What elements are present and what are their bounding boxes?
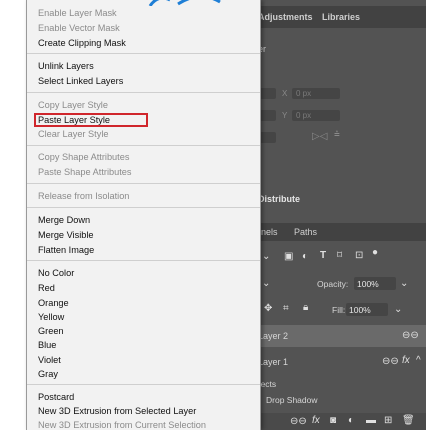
new-group-icon[interactable]: ▬	[366, 415, 376, 426]
image-filter-icon[interactable]: ▣	[284, 251, 293, 262]
filter-toggle-icon[interactable]: ●	[372, 247, 378, 258]
drop-shadow-row[interactable]: · Drop Shadow	[250, 393, 426, 407]
add-mask-icon[interactable]: ◙	[330, 415, 336, 426]
y-label: Y	[282, 111, 288, 120]
opacity-label: Opacity:	[317, 279, 349, 289]
menu-item-blue[interactable]: Blue	[38, 340, 56, 351]
menu-item-release-from-isolation[interactable]: Release from Isolation	[38, 191, 129, 202]
menu-item-flatten-image[interactable]: Flatten Image	[38, 245, 94, 256]
new-layer-icon[interactable]: ⊞	[384, 415, 392, 426]
type-filter-icon[interactable]: T	[320, 250, 326, 261]
y-value: 0 px	[296, 111, 312, 120]
trash-icon[interactable]: 🗑︎	[402, 415, 415, 426]
layer-context-menu: Enable Layer Mask Enable Vector Mask Cre…	[26, 0, 261, 430]
flip-horizontal-icon[interactable]: ▷◁	[312, 131, 327, 142]
effects-fx-icon[interactable]: fx	[402, 355, 410, 366]
lock-artboard-icon[interactable]: ⌗	[283, 303, 289, 314]
paste-layer-style-highlight-box	[34, 113, 148, 127]
tab-paths[interactable]: Paths	[294, 227, 317, 237]
menu-item-paste-shape-attributes[interactable]: Paste Shape Attributes	[38, 167, 131, 178]
menu-separator	[27, 183, 260, 184]
menu-item-new-3d-extrusion-selected-layer[interactable]: New 3D Extrusion from Selected Layer	[38, 406, 196, 417]
x-label: X	[282, 89, 288, 98]
menu-separator	[27, 384, 260, 385]
layer-row[interactable]: Layer 1 ⊖⊖ fx ^	[250, 351, 426, 373]
layers-panel: ⌄ ▣ ◐ T ⌑ ⊡ ● ⌄ Opacity: 100% ⌄ ✥ ⌗ 🔒︎ F…	[250, 241, 426, 430]
opacity-row: ⌄ Opacity: 100% ⌄	[250, 276, 426, 292]
layer-filter-row: ⌄ ▣ ◐ T ⌑ ⊡ ●	[250, 247, 426, 265]
menu-item-copy-shape-attributes[interactable]: Copy Shape Attributes	[38, 152, 129, 163]
fill-value: 100%	[349, 305, 371, 315]
chevron-up-icon[interactable]: ^	[416, 355, 421, 366]
menu-item-create-clipping-mask[interactable]: Create Clipping Mask	[38, 38, 126, 49]
menu-item-enable-layer-mask[interactable]: Enable Layer Mask	[38, 8, 117, 19]
layer-name: Layer 2	[258, 331, 289, 341]
layers-bottom-bar: ⊖⊖ fx ◙ ◐ ▬ ⊞ 🗑︎	[250, 413, 426, 430]
x-field[interactable]: 0 px	[292, 88, 340, 99]
fill-label: Fill:	[332, 305, 346, 315]
menu-item-green[interactable]: Green	[38, 326, 64, 337]
menu-item-red[interactable]: Red	[38, 283, 55, 294]
layer-name: Layer 1	[258, 357, 289, 367]
fill-chevron-icon[interactable]: ⌄	[394, 304, 402, 315]
panel-tab-bar: Adjustments Libraries	[250, 6, 426, 28]
menu-separator	[27, 207, 260, 208]
menu-item-orange[interactable]: Orange	[38, 298, 69, 309]
menu-item-merge-visible[interactable]: Merge Visible	[38, 230, 94, 241]
layer-row[interactable]: Layer 2 ⊖⊖	[250, 325, 426, 347]
flip-vertical-icon[interactable]: ⩮	[334, 129, 340, 140]
watermark-logo	[148, 0, 221, 6]
adjustment-filter-icon[interactable]: ◐	[302, 251, 308, 262]
layers-tab-bar: nnels Paths	[250, 223, 426, 241]
link-layers-icon[interactable]: ⊖⊖	[290, 416, 307, 427]
link-icon[interactable]: ⊖⊖	[402, 330, 419, 341]
menu-item-clear-layer-style[interactable]: Clear Layer Style	[38, 129, 108, 140]
menu-separator	[27, 145, 260, 146]
opacity-value: 100%	[357, 279, 379, 289]
add-style-fx-icon[interactable]: fx	[312, 415, 320, 426]
menu-item-no-color[interactable]: No Color	[38, 268, 74, 279]
new-adjustment-icon[interactable]: ◐	[348, 415, 354, 426]
photoshop-panel: Adjustments Libraries er X 0 px Y 0 px ▷…	[250, 0, 426, 430]
lock-fill-row: ✥ ⌗ 🔒︎ Fill: 100% ⌄	[250, 302, 426, 318]
blend-mode-chevron-icon[interactable]: ⌄	[262, 278, 270, 289]
effects-row[interactable]: ffects	[250, 377, 426, 391]
distribute-label: Distribute	[258, 194, 301, 204]
tab-libraries[interactable]: Libraries	[322, 12, 360, 22]
menu-separator	[27, 92, 260, 93]
fill-field[interactable]: 100%	[346, 303, 388, 316]
shape-filter-icon[interactable]: ⌑	[337, 250, 342, 261]
properties-panel: er X 0 px Y 0 px ▷◁ ⩮ Distribute	[250, 28, 426, 223]
screenshot-stage: Adjustments Libraries er X 0 px Y 0 px ▷…	[0, 0, 426, 430]
menu-item-gray[interactable]: Gray	[38, 369, 58, 380]
menu-item-enable-vector-mask[interactable]: Enable Vector Mask	[38, 23, 120, 34]
menu-item-violet[interactable]: Violet	[38, 355, 61, 366]
drop-shadow-label: Drop Shadow	[266, 395, 318, 405]
lock-position-icon[interactable]: ✥	[264, 303, 272, 314]
menu-item-select-linked-layers[interactable]: Select Linked Layers	[38, 76, 123, 87]
lock-all-icon[interactable]: 🔒︎	[303, 302, 308, 313]
menu-separator	[27, 260, 260, 261]
x-value: 0 px	[296, 89, 312, 98]
menu-separator	[27, 53, 260, 54]
menu-item-new-3d-extrusion-current-selection[interactable]: New 3D Extrusion from Current Selection	[38, 420, 206, 430]
menu-item-yellow[interactable]: Yellow	[38, 312, 64, 323]
tab-adjustments[interactable]: Adjustments	[258, 12, 313, 22]
opacity-field[interactable]: 100%	[354, 277, 396, 290]
menu-item-postcard[interactable]: Postcard	[38, 392, 74, 403]
y-field[interactable]: 0 px	[292, 110, 340, 121]
smart-object-filter-icon[interactable]: ⊡	[355, 250, 363, 261]
chevron-down-icon[interactable]: ⌄	[262, 251, 270, 262]
menu-item-unlink-layers[interactable]: Unlink Layers	[38, 61, 94, 72]
menu-item-merge-down[interactable]: Merge Down	[38, 215, 90, 226]
opacity-chevron-icon[interactable]: ⌄	[400, 278, 408, 289]
link-icon[interactable]: ⊖⊖	[382, 356, 399, 367]
menu-item-copy-layer-style[interactable]: Copy Layer Style	[38, 100, 108, 111]
